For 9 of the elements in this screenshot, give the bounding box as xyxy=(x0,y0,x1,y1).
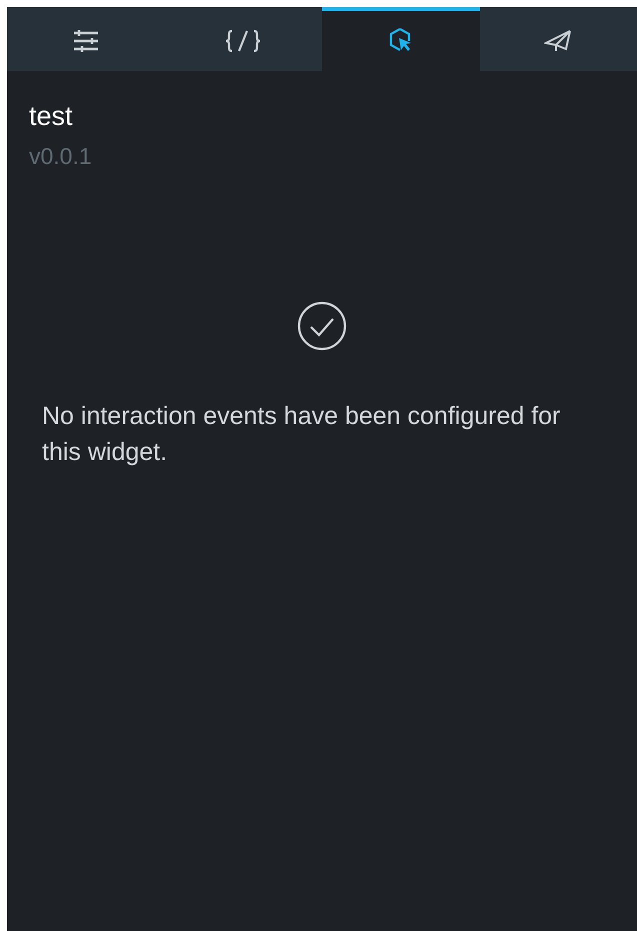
hexagon-cursor-icon xyxy=(388,28,413,54)
check-circle-icon xyxy=(297,301,347,351)
widget-version: v0.0.1 xyxy=(29,142,93,171)
sliders-icon xyxy=(72,30,99,52)
code-icon xyxy=(225,29,262,53)
tab[interactable] xyxy=(322,7,480,71)
empty-state-message: No interaction events have been configured for this widget. xyxy=(41,401,562,468)
widget-name: test xyxy=(29,100,74,133)
paper-plane-icon xyxy=(544,29,572,53)
